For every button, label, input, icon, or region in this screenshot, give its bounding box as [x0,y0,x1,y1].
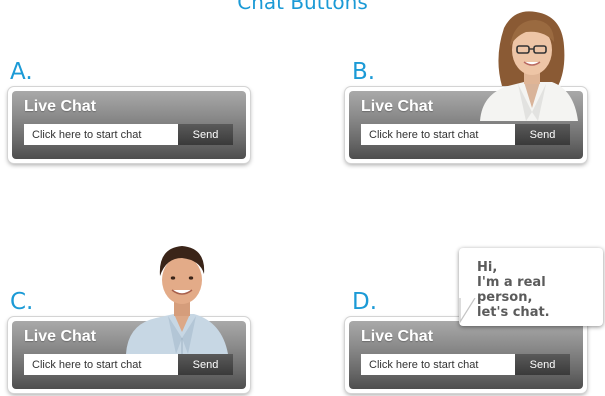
widget-title: Live Chat [361,328,434,345]
woman-photo [480,11,578,121]
variant-label-b: B. [352,59,376,85]
live-chat-widget-a: Live Chat Send [8,87,250,163]
bubble-line-2: I'm a real person, [477,275,546,305]
live-chat-widget-d: Live Chat Send [345,317,587,393]
send-button[interactable]: Send [178,124,233,145]
chat-input[interactable] [24,124,178,145]
variant-label-c: C. [10,289,34,315]
variant-label-d: D. [352,289,378,315]
send-button[interactable]: Send [515,124,570,145]
chat-input[interactable] [361,124,515,145]
speech-bubble: Hi, I'm a real person, let's chat. [459,248,603,326]
chat-input[interactable] [361,354,515,375]
widget-title: Live Chat [24,328,97,345]
man-photo [126,246,228,354]
variant-label-a: A. [10,59,33,85]
chat-input[interactable] [24,354,178,375]
send-button[interactable]: Send [515,354,570,375]
send-button[interactable]: Send [178,354,233,375]
speech-bubble-text: Hi, I'm a real person, let's chat. [477,260,603,320]
widget-title: Live Chat [361,98,434,115]
bubble-line-1: Hi, [477,260,498,275]
speech-bubble-tail-icon [459,298,476,324]
widget-title: Live Chat [24,98,97,115]
bubble-line-3: let's chat. [477,305,550,320]
